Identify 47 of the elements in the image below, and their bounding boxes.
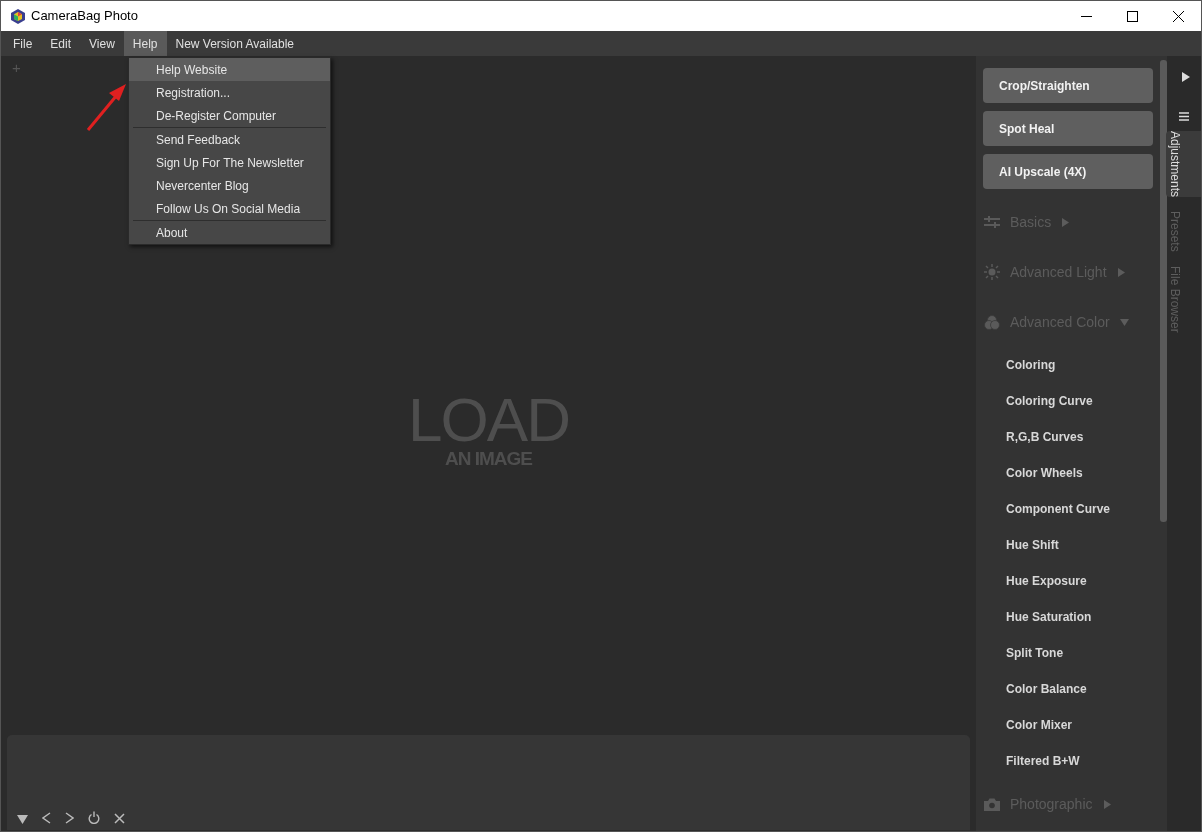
menu-item[interactable]: New Version Available <box>166 31 304 56</box>
adjustment-item[interactable]: Filtered B+W <box>983 743 1153 779</box>
dropdown-item[interactable]: Sign Up For The Newsletter <box>133 151 326 174</box>
adjustment-item[interactable]: Hue Shift <box>983 527 1153 563</box>
scrollbar-thumb[interactable] <box>1160 60 1167 522</box>
sun-icon <box>984 264 1000 280</box>
tool-button[interactable]: Spot Heal <box>983 111 1153 146</box>
pointer-arrow <box>85 81 127 133</box>
dropdown-item[interactable]: Registration... <box>129 81 330 104</box>
window-title: CameraBag Photo <box>31 7 138 26</box>
dropdown-item[interactable]: Nevercenter Blog <box>133 174 326 197</box>
adjustment-item[interactable]: Color Mixer <box>983 707 1153 743</box>
close-icon[interactable] <box>114 813 125 824</box>
minimize-icon[interactable] <box>1080 15 1092 17</box>
adjustment-item[interactable]: Color Wheels <box>983 455 1153 491</box>
menu-item[interactable]: View <box>80 31 124 56</box>
triangle-down-icon[interactable] <box>17 815 28 824</box>
dropdown-item[interactable]: Help Website <box>129 58 330 81</box>
adjustment-item[interactable]: Color Balance <box>983 671 1153 707</box>
menu-item[interactable]: File <box>4 31 42 56</box>
dropdown-item[interactable]: About <box>133 221 326 244</box>
tool-button[interactable]: Crop/Straighten <box>983 68 1153 103</box>
app-logo-icon <box>11 8 25 24</box>
dropdown-item[interactable]: De-Register Computer <box>129 104 330 127</box>
adjustment-item[interactable]: Component Curve <box>983 491 1153 527</box>
menu-icon[interactable] <box>1179 112 1189 121</box>
power-icon[interactable] <box>88 811 100 824</box>
maximize-icon[interactable] <box>1126 10 1138 22</box>
dropdown-item[interactable]: Send Feedback <box>133 128 326 151</box>
chevron-right-icon[interactable] <box>65 812 74 824</box>
adjustment-item[interactable]: Coloring Curve <box>983 383 1153 419</box>
play-icon[interactable] <box>1182 72 1190 82</box>
menu-item[interactable]: Help <box>123 31 167 56</box>
close-icon[interactable] <box>1172 10 1184 22</box>
tool-button[interactable]: AI Upscale (4X) <box>983 154 1153 189</box>
dropdown-item[interactable]: Follow Us On Social Media <box>133 197 326 220</box>
adjustment-item[interactable]: Hue Saturation <box>983 599 1153 635</box>
adjustment-item[interactable]: Hue Exposure <box>983 563 1153 599</box>
chevron-left-icon[interactable] <box>42 812 51 824</box>
camera-icon <box>984 797 1000 811</box>
adjustment-item[interactable]: R,G,B Curves <box>983 419 1153 455</box>
side-tab[interactable]: Adjustments <box>1166 131 1201 198</box>
menu-item[interactable]: Edit <box>41 31 81 56</box>
overlapping-circles-icon <box>984 314 1000 330</box>
adjustment-item[interactable]: Split Tone <box>983 635 1153 671</box>
adjustment-item[interactable]: Coloring <box>983 347 1153 383</box>
sliders-icon <box>984 215 1000 229</box>
